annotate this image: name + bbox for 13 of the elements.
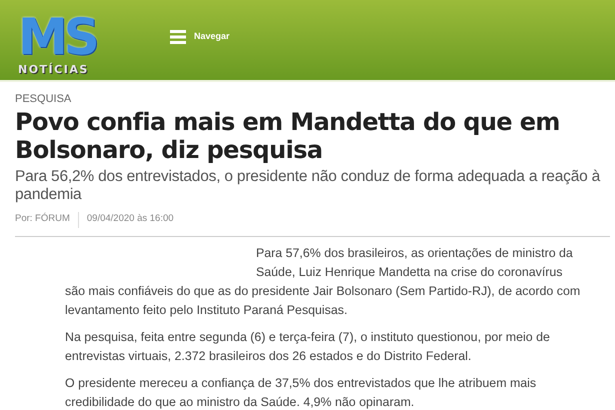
paragraph: Para 57,6% dos brasileiros, as orientações de ministro da Saúde, Luiz Henrique Mandetta na crise do coronavírus são mais confiáveis do que as do presidente Jair Bolsonaro (Sem Partido-RJ), de acordo com levantamento feito pelo Instituto Paraná Pesquisas. [65,244,582,319]
menu-icon [170,30,186,44]
menu-button[interactable]: Navegar [170,30,230,44]
logo-tagline: NOTÍCIAS [18,64,90,74]
logo-mark: MS [18,12,98,62]
author-label: Por: FÓRUM [15,212,70,226]
headline: Povo confia mais em Mandetta do que em Bolsonaro, diz pesquisa [15,108,561,164]
logo[interactable]: MS NOTÍCIAS [18,6,102,74]
paragraph: Na pesquisa, feita entre segunda (6) e terça-feira (7), o instituto questionou, por meio de entrevistas virtuais, 2.372 brasileiros dos 26 estados e do Distrito Federal. [65,328,551,364]
paragraph: O presidente mereceu a confiança de 37,5% dos entrevistados que lhe atribuem mais credibilidade do que ao ministro da Saúde. 4,9% não opinaram. [65,374,538,410]
category-label[interactable]: PESQUISA [15,91,615,108]
subheadline: Para 56,2% dos entrevistados, o presidente não conduz de forma adequada a reação à pandemia [15,168,602,204]
date-label: 09/04/2020 às 16:00 [86,212,174,226]
